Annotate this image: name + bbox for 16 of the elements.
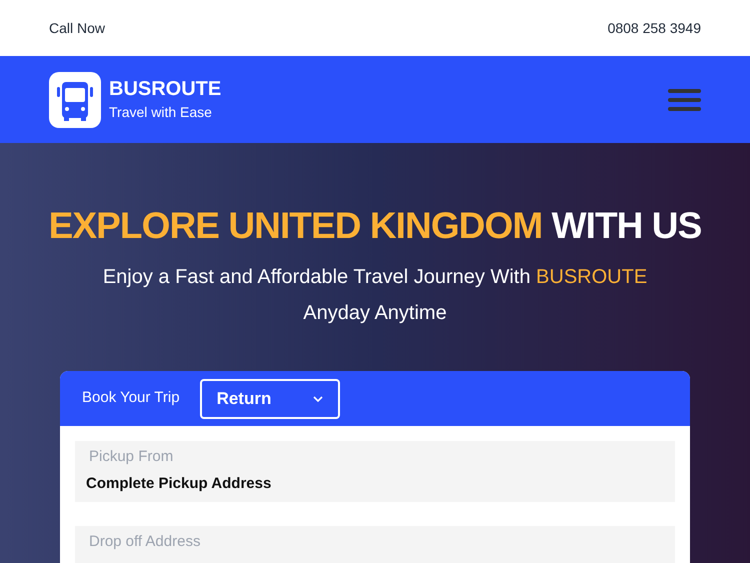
chevron-down-icon	[312, 394, 323, 402]
hero-subtitle-end: Anyday Anytime	[303, 302, 447, 324]
hero-subtitle: Enjoy a Fast and Affordable Travel Journey With	[102, 266, 530, 288]
field-label: Drop off Address	[88, 532, 202, 552]
trip-type-select[interactable]: Return	[200, 378, 340, 418]
brand-tagline: Travel with Ease	[109, 103, 213, 122]
book-trip-label: Book Your Trip	[82, 388, 180, 408]
bus-logo-icon[interactable]	[49, 72, 101, 128]
phone-link[interactable]: 0808 258 3949	[608, 18, 701, 38]
hero-title-highlight: EXPLORE UNITED KINGDOM	[48, 205, 542, 246]
field-label: Pickup From	[88, 447, 174, 467]
address-input[interactable]: Complete Pickup Address	[86, 473, 664, 496]
hero-brand-text: BUSROUTE	[536, 266, 648, 288]
brand-name: BUSROUTE	[109, 77, 222, 102]
hero-title: WITH US	[552, 205, 702, 246]
call-now-text: Call Now	[49, 18, 106, 38]
